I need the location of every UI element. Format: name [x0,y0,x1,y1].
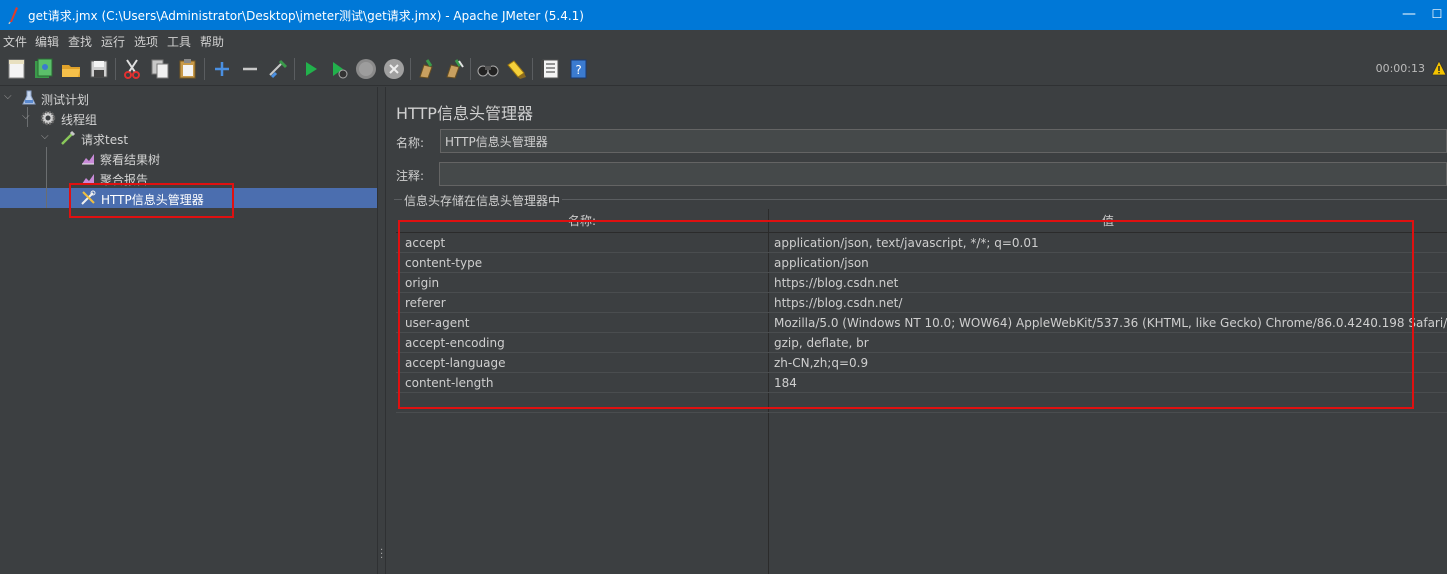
stop-icon[interactable] [354,57,378,81]
clear-all-icon[interactable] [442,57,466,81]
chevron-down-icon[interactable]: ⌵ [22,111,34,123]
tree-item-test-plan[interactable]: ⌵ 测试计划 [0,88,377,108]
tree-item-label: 测试计划 [41,93,90,107]
tree-guide-line [46,188,47,208]
menu-help[interactable]: 帮助 [200,33,224,50]
toggle-icon[interactable] [266,57,290,81]
name-field[interactable] [440,129,1447,153]
toolbar-separator [115,58,116,80]
highlight-box [398,220,1414,409]
tree-item-label: 请求test [81,133,129,147]
warning-icon[interactable] [1431,60,1447,76]
toolbar-separator [204,58,205,80]
toolbar-separator [294,58,295,80]
chart-icon [80,150,96,166]
start-no-pause-icon[interactable] [326,57,350,81]
start-icon[interactable] [298,57,322,81]
templates-icon[interactable] [31,57,55,81]
collapse-icon[interactable] [238,57,262,81]
menu-file[interactable]: 文件 [3,33,27,50]
comment-field[interactable] [439,162,1447,186]
cut-icon[interactable] [120,57,144,81]
expand-icon[interactable] [210,57,234,81]
toolbar-separator [410,58,411,80]
help-icon[interactable]: ? [566,57,590,81]
split-pane-divider[interactable]: · · · [377,87,386,574]
test-plan-tree: ⌵ 测试计划 ⌵ 线程组 ⌵ 请求test 察看结果树 聚合报告 HTTP信息头… [0,87,377,574]
toolbar-separator [470,58,471,80]
tree-item-view-results-tree[interactable]: 察看结果树 [0,148,377,168]
menu-run[interactable]: 运行 [101,33,125,50]
svg-text:?: ? [575,63,581,77]
menu-bar: 文件 编辑 查找 运行 选项 工具 帮助 [0,30,1447,52]
gear-icon [40,110,56,126]
toolbar-separator [532,58,533,80]
window-title: get请求.jmx (C:\Users\Administrator\Deskto… [28,9,584,23]
grip-handle-icon[interactable]: · · · [380,546,383,564]
toolbar: ? 00:00:13 [0,52,1447,86]
header-manager-panel: HTTP信息头管理器 名称: 注释: 信息头存储在信息头管理器中 名称: 值 a… [386,87,1447,574]
paste-icon[interactable] [176,57,200,81]
maximize-button[interactable]: ☐ [1427,5,1447,23]
jmeter-feather-icon [6,6,20,25]
search-icon[interactable] [476,57,500,81]
pipette-icon [60,130,76,146]
reset-search-icon[interactable] [504,57,528,81]
group-title: 信息头存储在信息头管理器中 [402,192,563,209]
tree-item-label: 察看结果树 [100,153,161,167]
minimize-button[interactable]: — [1399,5,1419,23]
save-icon[interactable] [87,57,111,81]
open-icon[interactable] [59,57,83,81]
menu-options[interactable]: 选项 [134,33,158,50]
highlight-box [69,183,234,218]
comment-label: 注释: [396,169,425,183]
menu-search[interactable]: 查找 [68,33,92,50]
chevron-down-icon[interactable]: ⌵ [4,91,16,103]
tree-item-request-test[interactable]: ⌵ 请求test [0,128,377,148]
tree-item-thread-group[interactable]: ⌵ 线程组 [0,108,377,128]
elapsed-timer: 00:00:13 [1375,62,1425,75]
menu-tools[interactable]: 工具 [167,33,191,50]
flask-icon [21,90,37,106]
copy-icon[interactable] [148,57,172,81]
menu-edit[interactable]: 编辑 [35,33,59,50]
name-label: 名称: [396,136,425,150]
chevron-down-icon[interactable]: ⌵ [41,131,53,143]
shutdown-icon[interactable] [382,57,406,81]
title-bar: get请求.jmx (C:\Users\Administrator\Deskto… [0,0,1447,30]
function-helper-icon[interactable] [538,57,562,81]
clear-icon[interactable] [414,57,438,81]
new-icon[interactable] [5,57,29,81]
tree-item-label: 线程组 [61,113,98,127]
page-title: HTTP信息头管理器 [396,104,533,123]
